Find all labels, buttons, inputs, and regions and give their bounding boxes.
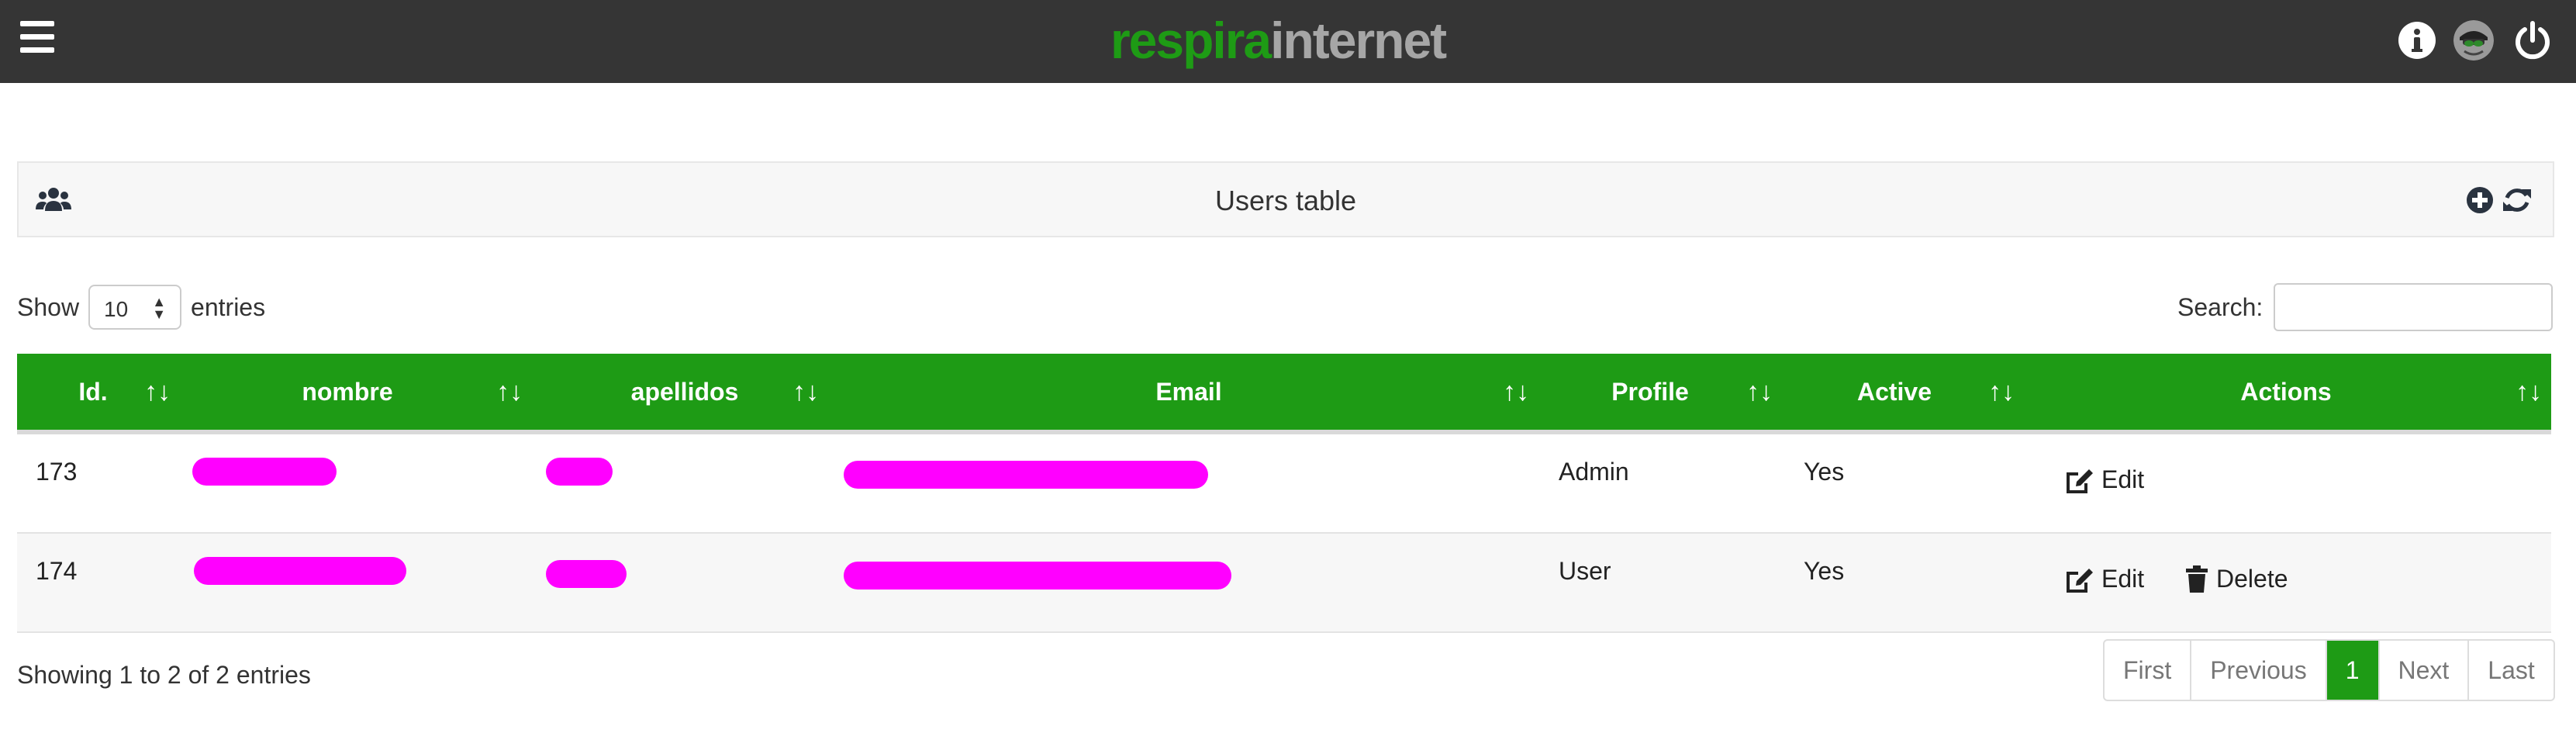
search-label: Search: (2177, 292, 2263, 321)
page-next[interactable]: Next (2380, 641, 2470, 700)
column-header-email[interactable]: Email (844, 354, 1534, 430)
table-info: Showing 1 to 2 of 2 entries (17, 661, 311, 689)
user-avatar[interactable] (2453, 20, 2494, 61)
column-header-actions[interactable]: Actions (2022, 354, 2550, 430)
sort-icon[interactable]: ↑↓ (144, 354, 171, 430)
redacted-nombre (192, 458, 337, 486)
edit-icon (2067, 568, 2093, 593)
trash-icon (2186, 565, 2208, 593)
page-last[interactable]: Last (2469, 641, 2553, 700)
cell-id: 173 (36, 458, 78, 486)
show-label: Show (17, 292, 80, 321)
sort-icon[interactable]: ↑↓ (496, 354, 523, 430)
redacted-email (844, 562, 1231, 590)
page-first[interactable]: First (2105, 641, 2192, 700)
plus-circle-icon[interactable] (2466, 186, 2494, 214)
table-header-row: Id. ↑↓ nombre ↑↓ apellidos ↑↓ Email ↑↓ P… (17, 354, 2551, 434)
redacted-email (844, 461, 1208, 489)
sort-icon[interactable]: ↑↓ (2516, 354, 2542, 430)
cell-active: Yes (1804, 557, 1845, 585)
cell-id: 174 (36, 557, 78, 585)
pagination: First Previous 1 Next Last (2103, 639, 2555, 701)
cell-profile: Admin (1559, 458, 1629, 486)
column-header-profile[interactable]: Profile (1534, 354, 1766, 430)
page-previous[interactable]: Previous (2191, 641, 2327, 700)
entries-length-control: Show 10 ▲ ▼ entries (17, 284, 265, 330)
logo-part-respira: respira (1110, 12, 1272, 69)
redacted-nombre (194, 557, 406, 585)
entries-select-value: 10 (104, 297, 129, 321)
edit-label: Edit (2101, 465, 2145, 493)
users-table-panel-header: Users table (17, 161, 2554, 237)
edit-icon (2067, 469, 2093, 493)
edit-button[interactable]: Edit (2064, 565, 2144, 593)
edit-label: Edit (2101, 565, 2145, 593)
sort-icon[interactable]: ↑↓ (1988, 354, 2015, 430)
entries-select[interactable]: 10 ▲ ▼ (88, 285, 182, 330)
users-table: Id. ↑↓ nombre ↑↓ apellidos ↑↓ Email ↑↓ P… (17, 354, 2551, 633)
page-1[interactable]: 1 (2326, 641, 2380, 700)
refresh-icon[interactable] (2502, 185, 2533, 216)
search-input[interactable] (2274, 283, 2554, 331)
brand-logo[interactable]: respirainternet (1110, 9, 1447, 71)
power-icon[interactable] (2512, 20, 2553, 61)
entries-label: entries (191, 292, 266, 321)
top-navbar: respirainternet (0, 0, 2576, 83)
edit-button[interactable]: Edit (2064, 465, 2144, 494)
delete-label: Delete (2216, 565, 2288, 593)
delete-button[interactable]: Delete (2185, 565, 2288, 593)
redacted-apellidos (546, 560, 627, 588)
column-header-nombre[interactable]: nombre (169, 354, 526, 430)
cell-active: Yes (1804, 458, 1845, 486)
table-row: 173 Admin Yes Edit (17, 434, 2551, 534)
sort-icon[interactable]: ↑↓ (792, 354, 819, 430)
panel-title: Users table (1214, 185, 1357, 216)
hamburger-menu-icon[interactable] (20, 21, 54, 55)
redacted-apellidos (546, 458, 613, 486)
sort-icon[interactable]: ↑↓ (1503, 354, 1529, 430)
column-header-active[interactable]: Active (1766, 354, 2022, 430)
select-arrows-icon: ▲ ▼ (152, 294, 167, 322)
info-circle-icon[interactable] (2397, 20, 2437, 61)
logo-part-internet: internet (1270, 12, 1447, 69)
search-control: Search: (2177, 283, 2554, 331)
cell-profile: User (1559, 557, 1611, 585)
table-row: 174 User Yes Edit Delete (17, 534, 2551, 633)
